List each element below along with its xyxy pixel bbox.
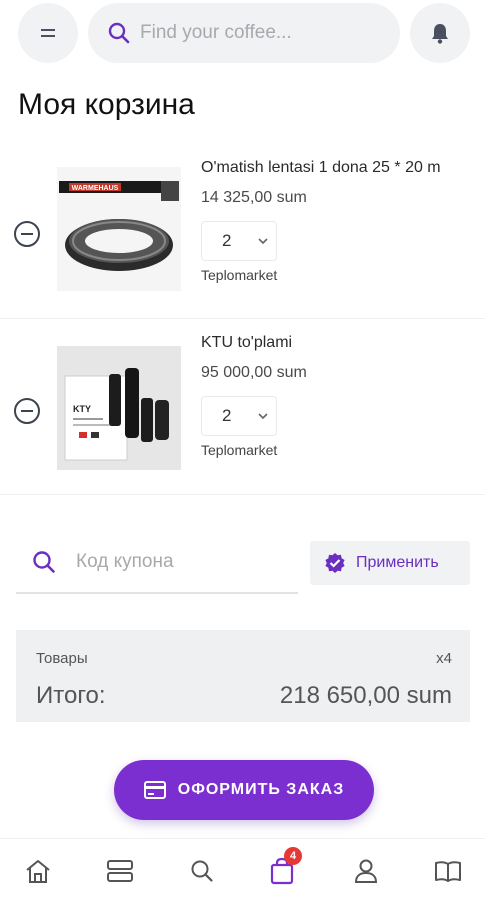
checkout-label: ОФОРМИТЬ ЗАКАЗ [177,781,345,798]
product-price: 14 325,00 sum [201,189,307,206]
search-icon [108,22,130,44]
nav-cart[interactable]: 4 [262,847,302,891]
notifications-button[interactable] [410,3,470,63]
home-icon [26,860,50,883]
user-icon [354,859,378,883]
items-count: x4 [436,650,452,667]
package-label: KTY [73,404,91,414]
bottom-nav: 4 [0,838,485,900]
search-icon [33,551,55,573]
search-bar[interactable]: Find your coffee... [88,3,400,63]
coupon-field[interactable]: Код купона [16,532,298,594]
nav-catalog[interactable] [100,851,140,891]
product-image[interactable]: WARMEHAUS [57,167,181,291]
items-label: Товары [36,650,88,667]
product-image[interactable]: KTY [57,346,181,470]
checkout-button[interactable]: ОФОРМИТЬ ЗАКАЗ [114,760,374,820]
product-price: 95 000,00 sum [201,364,307,381]
search-input[interactable]: Find your coffee... [140,22,292,44]
apply-coupon-button[interactable]: Применить [310,541,470,585]
menu-icon [41,29,55,37]
remove-item-button[interactable] [14,221,40,247]
top-bar: Find your coffee... [0,0,485,66]
quantity-value: 2 [222,231,232,250]
apply-coupon-label: Применить [356,554,439,571]
verified-badge-icon [325,553,345,573]
coupon-input[interactable]: Код купона [76,551,174,573]
menu-button[interactable] [18,3,78,63]
quantity-select[interactable]: 2 [201,221,277,261]
product-thumbnail: KTY [57,346,181,470]
cart-item: WARMEHAUS O'matish lentasi 1 dona 25 * 2… [0,145,485,315]
total-label: Итого: [36,682,106,709]
quantity-value: 2 [222,406,232,425]
seller-name: Teplomarket [201,267,278,283]
credit-card-icon [143,781,166,799]
product-name[interactable]: KTU to'plami [201,334,292,352]
bell-icon [432,24,448,44]
seller-name: Teplomarket [201,442,278,458]
quantity-select[interactable]: 2 [201,396,277,436]
product-thumbnail: WARMEHAUS [57,167,181,291]
cart-item: KTY KTU to'plami 95 000,00 sum 2 Teploma… [0,322,485,492]
cart-badge: 4 [284,847,302,865]
chevron-down-icon [258,413,268,420]
order-summary: Товары x4 Итого: 218 650,00 sum [16,630,470,722]
nav-guide[interactable] [428,851,468,891]
search-icon [191,860,213,882]
nav-profile[interactable] [346,851,386,891]
total-value: 218 650,00 sum [279,682,452,709]
divider [0,318,485,319]
page-title: Моя корзина [18,88,195,121]
nav-home[interactable] [18,851,58,891]
catalog-icon [107,860,133,882]
nav-search[interactable] [182,851,222,891]
brand-label: WARMEHAUS [72,185,119,192]
book-icon [435,861,461,882]
divider [0,494,485,495]
remove-item-button[interactable] [14,398,40,424]
chevron-down-icon [258,238,268,245]
product-name[interactable]: O'matish lentasi 1 dona 25 * 20 m [201,159,441,177]
